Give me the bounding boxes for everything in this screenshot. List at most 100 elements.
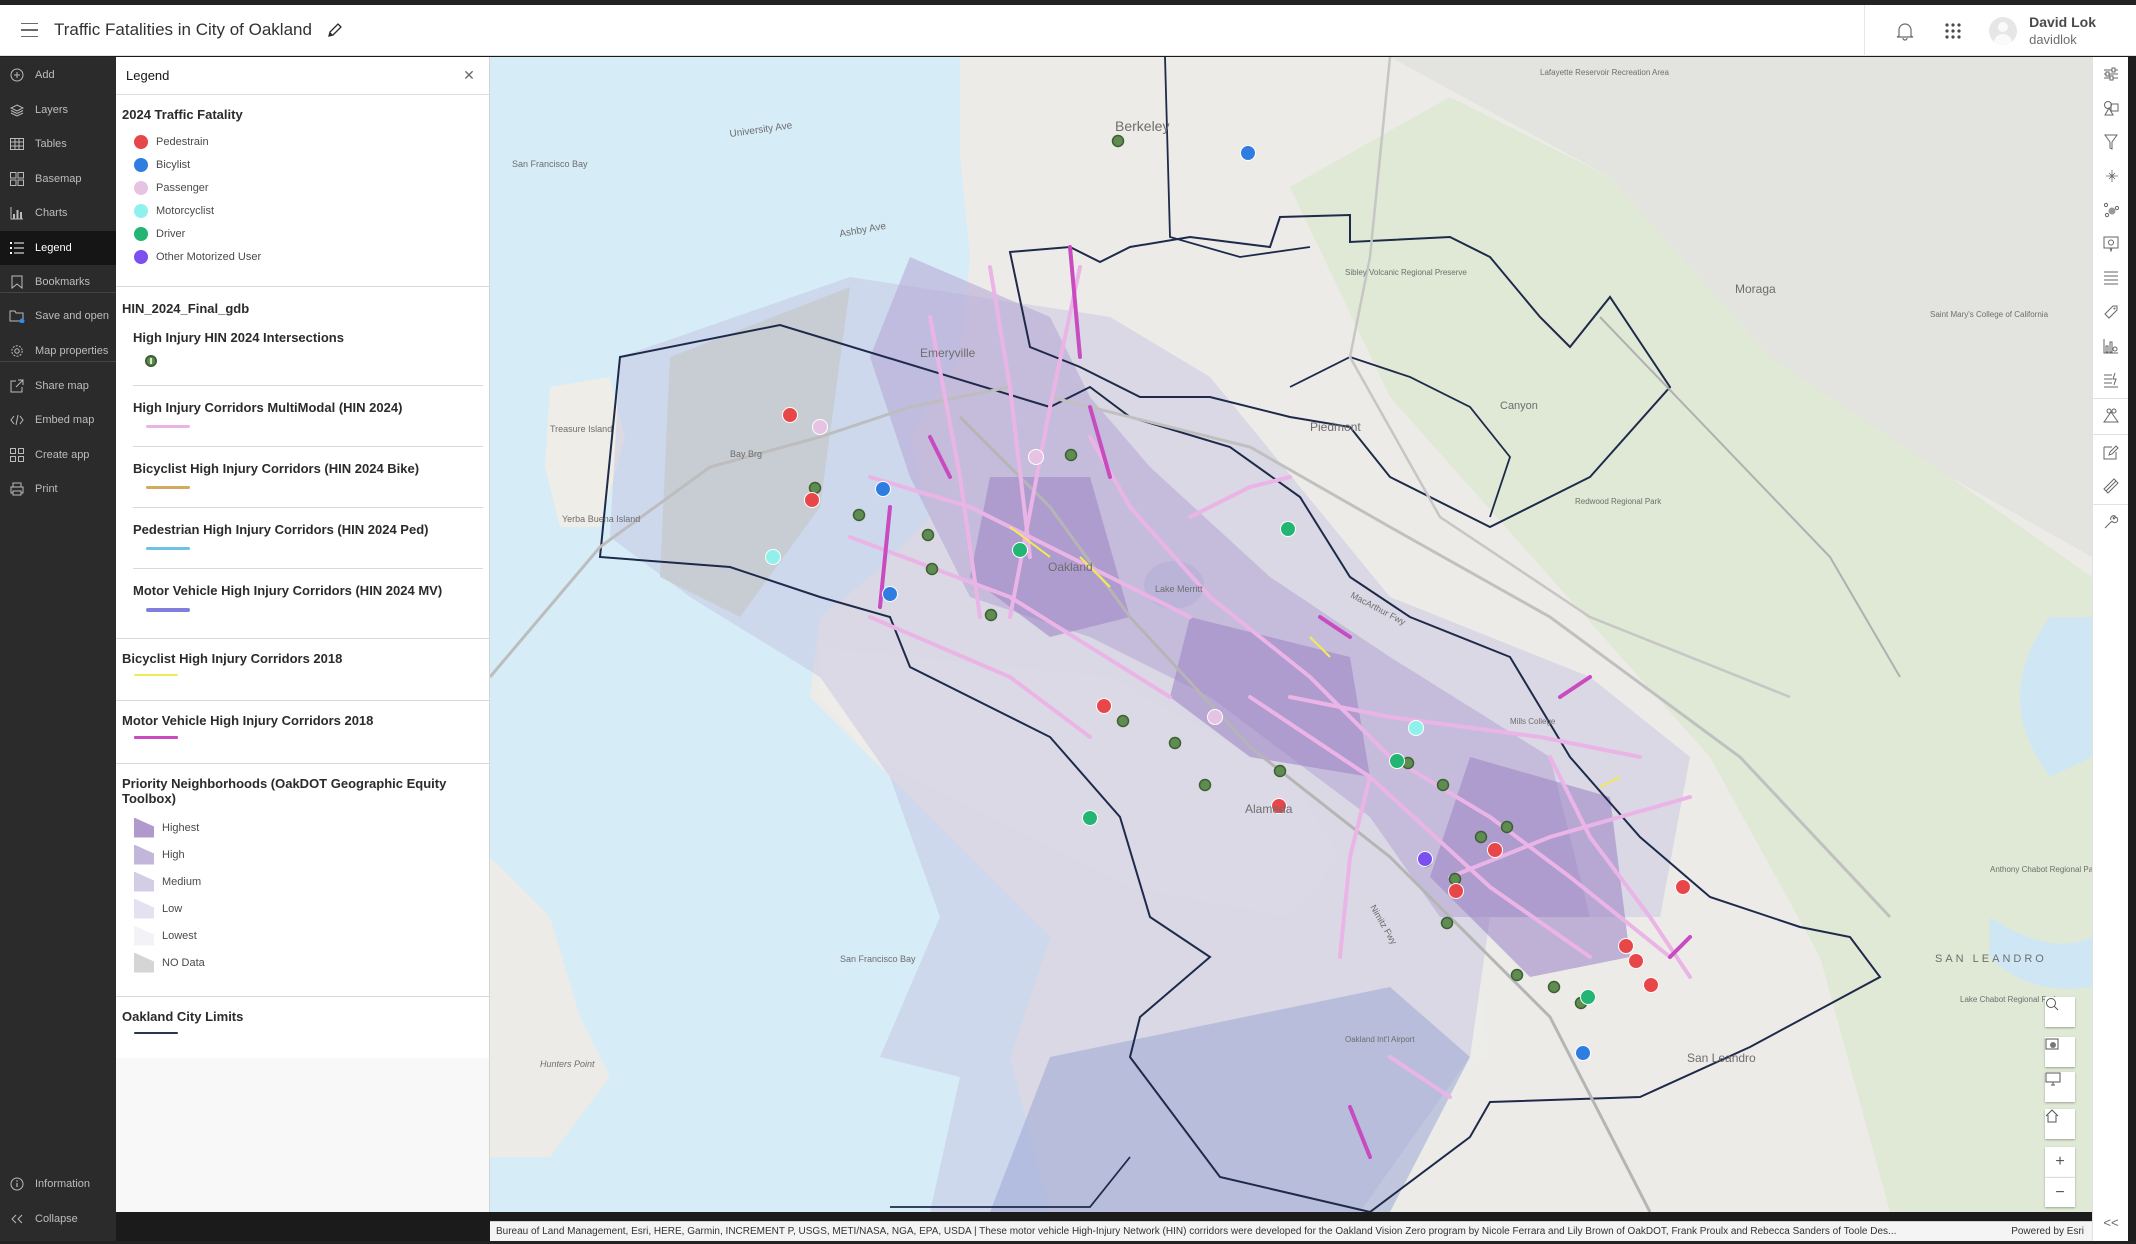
intersection-marker[interactable] (1448, 872, 1462, 886)
fatality-marker[interactable] (1618, 938, 1634, 954)
sketch-button[interactable] (2093, 399, 2129, 433)
fatality-marker[interactable] (804, 492, 820, 508)
intersection-marker[interactable] (1436, 778, 1450, 792)
fatality-marker[interactable] (1240, 145, 1256, 161)
intersection-marker[interactable] (1547, 980, 1561, 994)
nav-layers[interactable]: Layers (0, 93, 116, 127)
nav-basemap[interactable]: Basemap (0, 162, 116, 196)
label-emeryville: Emeryville (920, 346, 976, 360)
fatality-marker[interactable] (1082, 810, 1098, 826)
fatality-marker[interactable] (1580, 989, 1596, 1005)
tools-button[interactable] (2093, 505, 2129, 539)
intersection-marker[interactable] (925, 562, 939, 576)
search-button[interactable] (2045, 997, 2075, 1027)
other-motorized-symbol (134, 249, 148, 264)
nav-bookmarks[interactable]: Bookmarks (0, 265, 116, 299)
map-attribution: Bureau of Land Management, Esri, HERE, G… (490, 1221, 2092, 1241)
labels-button[interactable] (2093, 295, 2129, 329)
fatality-marker[interactable] (1417, 851, 1433, 867)
edit-icon[interactable] (326, 21, 344, 39)
intersection-marker[interactable] (852, 508, 866, 522)
intersection-marker[interactable] (808, 481, 822, 495)
fatality-marker[interactable] (1408, 720, 1424, 736)
fatality-marker[interactable] (812, 419, 828, 435)
fatality-marker[interactable] (1096, 698, 1112, 714)
ped-line-symbol (146, 547, 190, 550)
fatality-marker[interactable] (765, 549, 781, 565)
fatality-marker[interactable] (1012, 542, 1028, 558)
fatality-marker[interactable] (882, 586, 898, 602)
clustering-button[interactable] (2093, 193, 2129, 227)
menu-icon[interactable] (8, 9, 50, 51)
home-button[interactable] (2045, 1109, 2075, 1139)
apps-grid-icon[interactable] (1933, 11, 1973, 51)
intersection-marker[interactable] (1273, 764, 1287, 778)
map-canvas[interactable]: Berkeley Emeryville Oakland Piedmont Ala… (490, 57, 2092, 1212)
fatality-marker[interactable] (1643, 977, 1659, 993)
fatality-marker[interactable] (1028, 449, 1044, 465)
nav-create-app[interactable]: Create app (0, 438, 116, 472)
intersection-marker[interactable] (921, 528, 935, 542)
bell-icon[interactable] (1885, 11, 1925, 51)
nav-share-map[interactable]: Share map (0, 369, 116, 403)
properties-icon (2104, 67, 2118, 81)
filter-button[interactable] (2093, 125, 2129, 159)
nav-tables[interactable]: Tables (0, 127, 116, 161)
intersection-marker[interactable] (1474, 830, 1488, 844)
measure-button[interactable] (2093, 469, 2129, 503)
map-view[interactable]: Berkeley Emeryville Oakland Piedmont Ala… (490, 57, 2092, 1212)
attribution-text[interactable]: Bureau of Land Management, Esri, HERE, G… (496, 1226, 2003, 1237)
fatality-marker[interactable] (875, 481, 891, 497)
properties-button[interactable] (2093, 57, 2129, 91)
intersection-marker[interactable] (1111, 134, 1125, 148)
popups-button[interactable] (2093, 227, 2129, 261)
intersection-marker[interactable] (1116, 714, 1130, 728)
charts-config-button[interactable] (2093, 329, 2129, 363)
no-data-swatch (134, 952, 154, 973)
fatality-marker[interactable] (1628, 953, 1644, 969)
label-sf-bay-north: San Francisco Bay (512, 159, 588, 169)
nav-save-open[interactable]: Save and open (0, 299, 116, 333)
filter-icon (2104, 134, 2118, 150)
nav-collapse[interactable]: Collapse (0, 1202, 116, 1236)
zoom-in-button[interactable]: + (2045, 1147, 2075, 1177)
fatality-marker[interactable] (1280, 521, 1296, 537)
fatality-marker[interactable] (1207, 709, 1223, 725)
edit-button[interactable] (2093, 435, 2129, 469)
basemap-gallery-button[interactable] (2045, 1037, 2075, 1067)
nav-charts[interactable]: Charts (0, 196, 116, 230)
fatality-marker[interactable] (1448, 883, 1464, 899)
styles-button[interactable] (2093, 91, 2129, 125)
intersection-marker[interactable] (1510, 968, 1524, 982)
fatality-marker[interactable] (1487, 842, 1503, 858)
intersection-marker[interactable] (1500, 820, 1514, 834)
intersection-marker[interactable] (984, 608, 998, 622)
user-id: davidlok (2029, 31, 2077, 47)
fields-button[interactable] (2093, 261, 2129, 295)
nav-print[interactable]: Print (0, 472, 116, 506)
effects-button[interactable] (2093, 159, 2129, 193)
configure-popup-button[interactable] (2093, 363, 2129, 397)
nav-embed-map[interactable]: Embed map (0, 403, 116, 437)
intersection-marker[interactable] (1168, 736, 1182, 750)
intersection-marker[interactable] (1440, 916, 1454, 930)
nav-information[interactable]: Information (0, 1167, 116, 1201)
close-icon[interactable]: ✕ (459, 66, 479, 86)
fatality-marker[interactable] (782, 407, 798, 423)
nav-add[interactable]: Add (0, 58, 116, 92)
powered-by-esri[interactable]: Powered by Esri (2003, 1226, 2092, 1237)
legend-item: NO Data (122, 949, 483, 976)
fullscreen-button[interactable] (2045, 1072, 2075, 1102)
fatality-marker[interactable] (1389, 753, 1405, 769)
fatality-marker[interactable] (1575, 1045, 1591, 1061)
nav-legend[interactable]: Legend (0, 231, 116, 265)
basemap-gallery-icon (2045, 1038, 2059, 1050)
nav-map-properties[interactable]: Map properties (0, 334, 116, 368)
user-menu[interactable]: David Lok davidlok (1989, 13, 2096, 49)
expand-toolbar-button[interactable]: << (2093, 1207, 2129, 1237)
basemap-icon (9, 171, 25, 187)
fatality-marker[interactable] (1675, 879, 1691, 895)
intersection-marker[interactable] (1198, 778, 1212, 792)
zoom-out-button[interactable]: − (2045, 1177, 2075, 1207)
intersection-marker[interactable] (1064, 448, 1078, 462)
